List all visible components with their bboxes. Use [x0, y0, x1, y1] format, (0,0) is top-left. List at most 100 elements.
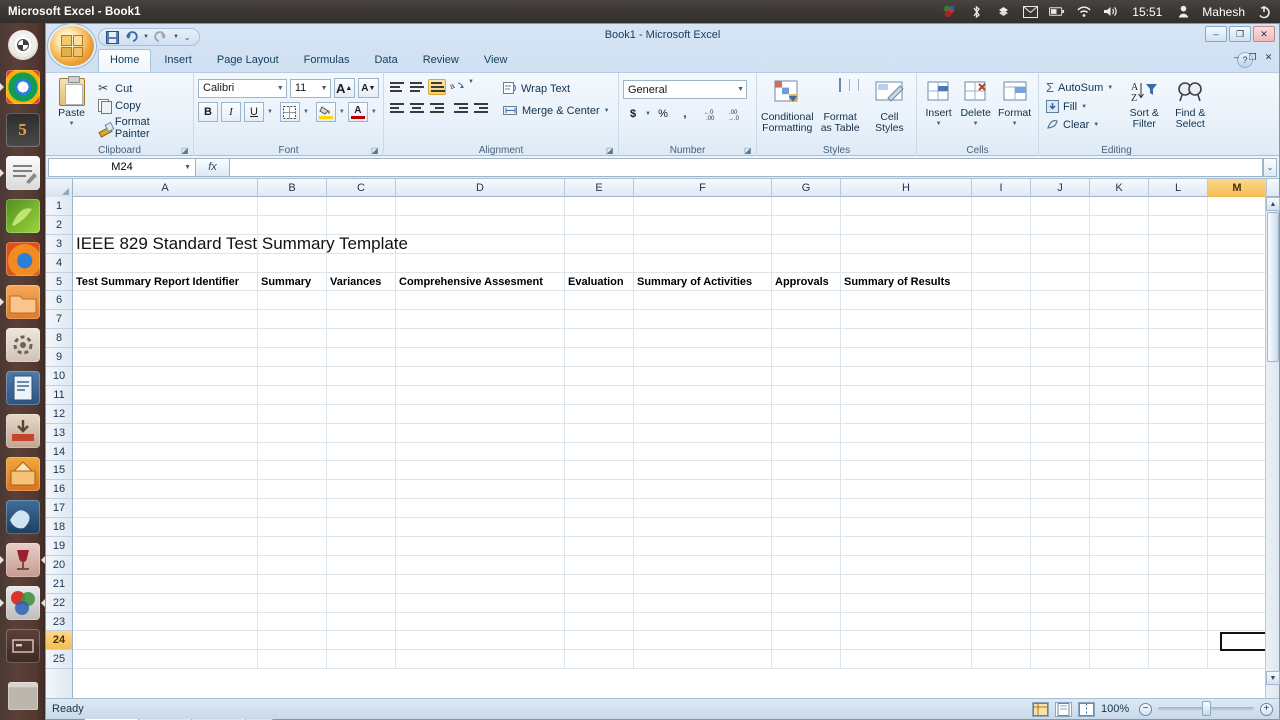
row-header-25[interactable]: 25	[46, 650, 72, 670]
cell-B12[interactable]	[258, 404, 327, 423]
cell-A16[interactable]	[73, 480, 258, 499]
cell-D25[interactable]	[396, 650, 565, 669]
cell-E24[interactable]	[565, 631, 634, 650]
tab-home[interactable]: Home	[98, 49, 152, 72]
cell-M13[interactable]	[1208, 424, 1265, 442]
tab-formulas[interactable]: Formulas	[292, 49, 362, 72]
row-header-7[interactable]: 7	[46, 310, 72, 330]
cell-B2[interactable]	[258, 215, 327, 234]
customize-qat-icon[interactable]: ⌄	[184, 33, 191, 42]
cell-K4[interactable]	[1090, 253, 1149, 272]
cell-I3[interactable]	[972, 234, 1031, 253]
row-header-15[interactable]: 15	[46, 461, 72, 481]
row-header-21[interactable]: 21	[46, 575, 72, 594]
cell-C22[interactable]	[327, 593, 396, 612]
cell-L6[interactable]	[1149, 291, 1208, 310]
cell-E8[interactable]	[565, 329, 634, 348]
tab-view[interactable]: View	[472, 49, 520, 72]
cell-C12[interactable]	[327, 404, 396, 423]
cell-J20[interactable]	[1031, 555, 1090, 574]
cell-D22[interactable]	[396, 593, 565, 612]
cell-M19[interactable]	[1208, 537, 1265, 555]
cell-B15[interactable]	[258, 461, 327, 480]
cell-G2[interactable]	[772, 215, 841, 234]
row-header-9[interactable]: 9	[46, 348, 72, 368]
expand-formula-bar-button[interactable]: ⌄	[1263, 157, 1277, 177]
restore-button[interactable]: ❐	[1229, 26, 1251, 42]
cell-E2[interactable]	[565, 215, 634, 234]
cell-J17[interactable]	[1031, 499, 1090, 518]
column-header-M[interactable]: M	[1208, 179, 1267, 197]
cell-E22[interactable]	[565, 593, 634, 612]
cell-B21[interactable]	[258, 574, 327, 593]
cell-L8[interactable]	[1149, 329, 1208, 348]
cell-B5[interactable]: Summary	[258, 272, 327, 291]
row-header-18[interactable]: 18	[46, 518, 72, 538]
insert-function-button[interactable]: fx	[196, 157, 230, 177]
cell-H3[interactable]	[841, 234, 972, 253]
clear-dropdown-arrow-icon[interactable]: ▼	[1093, 122, 1099, 128]
cell-A21[interactable]	[73, 574, 258, 593]
cell-E23[interactable]	[565, 612, 634, 631]
cell-M2[interactable]	[1208, 216, 1265, 234]
cell-D3[interactable]	[396, 234, 565, 253]
insert-cells-button[interactable]: Insert ▼	[921, 80, 956, 130]
cell-D19[interactable]	[396, 537, 565, 555]
fill-button[interactable]: Fill ▼	[1043, 99, 1116, 114]
cell-H10[interactable]	[841, 367, 972, 385]
cell-C5[interactable]: Variances	[327, 272, 396, 291]
row-header-19[interactable]: 19	[46, 537, 72, 556]
cell-A1[interactable]	[73, 197, 258, 215]
cell-A18[interactable]	[73, 518, 258, 537]
cell-M16[interactable]	[1208, 480, 1265, 498]
cell-L13[interactable]	[1149, 423, 1208, 442]
shrink-font-button[interactable]: A ▼	[357, 78, 379, 98]
cell-G20[interactable]	[772, 555, 841, 574]
cell-A9[interactable]	[73, 348, 258, 367]
cell-I4[interactable]	[972, 253, 1031, 272]
launcher-item-system-settings[interactable]	[0, 323, 45, 366]
scroll-down-button[interactable]: ▼	[1266, 671, 1280, 685]
cell-I8[interactable]	[972, 329, 1031, 348]
cell-C2[interactable]	[327, 215, 396, 234]
cell-B14[interactable]	[258, 442, 327, 461]
cell-E19[interactable]	[565, 537, 634, 555]
cell-A23[interactable]	[73, 612, 258, 631]
cell-B16[interactable]	[258, 480, 327, 499]
cell-A4[interactable]	[73, 253, 258, 272]
save-icon[interactable]	[105, 30, 119, 44]
cell-B8[interactable]	[258, 329, 327, 348]
cell-K20[interactable]	[1090, 555, 1149, 574]
percent-button[interactable]: %	[653, 104, 673, 124]
sort-filter-button[interactable]: AZ Sort & Filter	[1122, 80, 1166, 132]
cell-C24[interactable]	[327, 631, 396, 650]
tab-insert[interactable]: Insert	[152, 49, 204, 72]
cell-J11[interactable]	[1031, 385, 1090, 404]
cell-M25[interactable]	[1208, 650, 1265, 668]
cell-J22[interactable]	[1031, 593, 1090, 612]
cell-I1[interactable]	[972, 197, 1031, 215]
power-icon[interactable]	[1256, 4, 1272, 19]
cell-I15[interactable]	[972, 461, 1031, 480]
cell-E13[interactable]	[565, 423, 634, 442]
cell-F16[interactable]	[634, 480, 772, 499]
cell-H25[interactable]	[841, 650, 972, 669]
decrease-indent-button[interactable]	[452, 100, 470, 116]
page-layout-view-button[interactable]	[1055, 701, 1072, 717]
cell-K24[interactable]	[1090, 631, 1149, 650]
row-header-17[interactable]: 17	[46, 499, 72, 519]
cell-E3[interactable]	[565, 234, 634, 253]
cell-K18[interactable]	[1090, 518, 1149, 537]
cell-J19[interactable]	[1031, 537, 1090, 555]
column-header-G[interactable]: G	[772, 179, 841, 197]
column-header-J[interactable]: J	[1031, 179, 1090, 197]
cell-H14[interactable]	[841, 442, 972, 461]
cell-J24[interactable]	[1031, 631, 1090, 650]
autosum-button[interactable]: Σ AutoSum ▼	[1043, 79, 1116, 96]
cell-F7[interactable]	[634, 310, 772, 329]
column-header-K[interactable]: K	[1090, 179, 1149, 197]
cell-J15[interactable]	[1031, 461, 1090, 480]
cell-D17[interactable]	[396, 499, 565, 518]
row-header-8[interactable]: 8	[46, 329, 72, 349]
cell-L7[interactable]	[1149, 310, 1208, 329]
